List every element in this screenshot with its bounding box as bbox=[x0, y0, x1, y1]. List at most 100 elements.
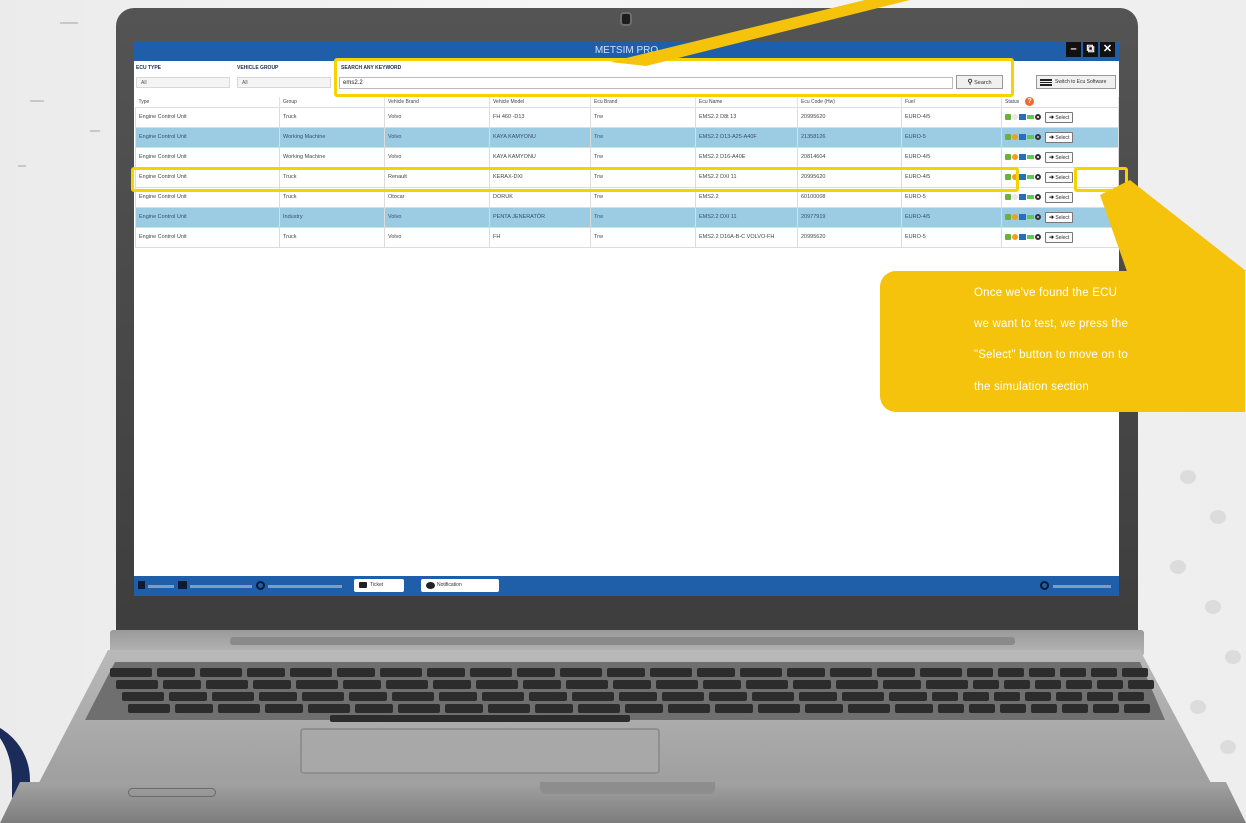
unlock-icon bbox=[1005, 154, 1011, 160]
battery-icon bbox=[1027, 175, 1034, 179]
minimize-icon[interactable]: – bbox=[1066, 42, 1081, 57]
keyboard-key bbox=[787, 668, 825, 677]
table-cell-ecu-name: EMS2.2 D16-A40E bbox=[695, 146, 798, 168]
select-button[interactable]: ➜ Select bbox=[1045, 171, 1074, 183]
keyboard-key bbox=[392, 692, 434, 701]
search-highlight-frame bbox=[334, 58, 1014, 97]
keyboard-key bbox=[427, 668, 465, 677]
background-dash bbox=[90, 130, 100, 132]
table-cell-ecu-brand: Trw bbox=[590, 106, 696, 128]
unlock-icon bbox=[1005, 194, 1011, 200]
keyboard-key bbox=[398, 704, 440, 713]
network-icon bbox=[1019, 114, 1026, 120]
status-cell: ➜ Select bbox=[1001, 126, 1119, 148]
ecu-type-select[interactable]: All bbox=[136, 77, 230, 88]
keyboard-key bbox=[355, 704, 393, 713]
keyboard-key bbox=[529, 692, 567, 701]
column-header[interactable]: Fuel bbox=[901, 97, 1002, 107]
keyboard-key bbox=[1124, 704, 1150, 713]
keyboard-key bbox=[1091, 668, 1117, 677]
keyboard-key bbox=[740, 668, 782, 677]
select-button-label: Select bbox=[1055, 194, 1070, 201]
enter-icon: ➜ bbox=[1049, 194, 1055, 201]
table-row[interactable]: Engine Control Unit Working Machine Volvo K… bbox=[135, 146, 1119, 168]
keyboard-key bbox=[895, 704, 933, 713]
column-header[interactable]: Group bbox=[279, 97, 385, 107]
keyboard-key bbox=[157, 668, 195, 677]
keyboard-key bbox=[1118, 692, 1144, 701]
table-cell-ecu-brand: Trw bbox=[590, 126, 696, 148]
select-button[interactable]: ➜ Select bbox=[1045, 211, 1074, 223]
background-dot bbox=[1190, 700, 1206, 714]
select-button[interactable]: ➜ Select bbox=[1045, 151, 1074, 163]
table-cell-group: Truck bbox=[279, 106, 385, 128]
table-cell-ecu-brand: Trw bbox=[590, 146, 696, 168]
select-button[interactable]: ➜ Select bbox=[1045, 231, 1074, 243]
table-row[interactable]: Engine Control Unit Truck Volvo FH Trw EMS2.2… bbox=[135, 226, 1119, 248]
background-dash bbox=[30, 100, 44, 102]
status-flag-icon bbox=[1012, 134, 1018, 140]
switch-button-label: Switch to Ecu Software bbox=[1055, 79, 1107, 85]
settings-icon[interactable] bbox=[1040, 581, 1049, 590]
table-header: Type Group Vehicle Brand Vehicle Model E… bbox=[135, 97, 1119, 107]
keyboard-key bbox=[848, 704, 890, 713]
background-dot bbox=[1180, 470, 1196, 484]
keyboard-key bbox=[433, 680, 471, 689]
help-icon[interactable]: ? bbox=[1025, 97, 1035, 107]
keyboard-key bbox=[110, 668, 152, 677]
column-header[interactable]: Status bbox=[1005, 99, 1019, 105]
row-highlight-frame bbox=[131, 167, 1019, 192]
column-header[interactable]: Ecu Code (Hw) bbox=[797, 97, 902, 107]
status-flag-icon bbox=[1012, 194, 1018, 200]
table-cell-code: 21358126 bbox=[797, 126, 902, 148]
select-button[interactable]: ➜ Select bbox=[1045, 191, 1074, 203]
table-row[interactable]: Engine Control Unit Industry Volvo PENTA JE… bbox=[135, 206, 1119, 228]
column-header[interactable]: Vehicle Brand bbox=[384, 97, 490, 107]
keyboard-key bbox=[619, 692, 657, 701]
vehicle-group-select[interactable]: All bbox=[237, 77, 331, 88]
switch-to-ecu-software-button[interactable]: Switch to Ecu Software bbox=[1036, 75, 1116, 89]
keyboard-key bbox=[206, 680, 248, 689]
keyboard-key bbox=[938, 704, 964, 713]
keyboard-key bbox=[746, 680, 788, 689]
select-button[interactable]: ➜ Select bbox=[1045, 131, 1074, 143]
ticket-label: Ticket bbox=[370, 582, 384, 588]
network-icon bbox=[1019, 234, 1026, 240]
keyboard-key bbox=[122, 692, 164, 701]
table-cell-fuel: EURO-4/5 bbox=[901, 206, 1002, 228]
laptop-front-slot bbox=[540, 782, 715, 794]
close-icon[interactable]: ✕ bbox=[1100, 42, 1115, 57]
keyboard-key bbox=[969, 704, 995, 713]
keyboard-key bbox=[715, 704, 753, 713]
select-button-label: Select bbox=[1055, 234, 1070, 241]
keyboard-key bbox=[560, 668, 602, 677]
enter-icon: ➜ bbox=[1049, 154, 1055, 161]
column-header[interactable]: Type bbox=[135, 97, 280, 107]
keyboard-key bbox=[1097, 680, 1123, 689]
table-cell-fuel: EURO-4/5 bbox=[901, 106, 1002, 128]
gear-icon bbox=[1035, 134, 1041, 140]
table-cell-type: Engine Control Unit bbox=[135, 126, 280, 148]
restore-icon[interactable]: ⧉ bbox=[1083, 42, 1098, 57]
column-header[interactable]: Vehicle Model bbox=[489, 97, 591, 107]
callout-line: we want to test, we press the bbox=[974, 318, 1129, 330]
battery-icon bbox=[1027, 135, 1034, 139]
column-header[interactable]: Ecu Name bbox=[695, 97, 798, 107]
keyboard-key bbox=[296, 680, 338, 689]
table-row[interactable]: Engine Control Unit Working Machine Volvo K… bbox=[135, 126, 1119, 148]
background-dot bbox=[1225, 650, 1241, 664]
table-cell-code: 20995620 bbox=[797, 226, 902, 248]
table-cell-ecu-name: EMS2.2 D16A-B-C VOLVO-FH bbox=[695, 226, 798, 248]
email-field bbox=[190, 585, 252, 588]
status-flag-icon bbox=[1012, 154, 1018, 160]
table-row[interactable]: Engine Control Unit Truck Volvo FH 460 -D13… bbox=[135, 106, 1119, 128]
keyboard-key bbox=[386, 680, 428, 689]
keyboard-key bbox=[932, 692, 958, 701]
column-header[interactable]: Ecu Brand bbox=[590, 97, 696, 107]
keyboard-key bbox=[523, 680, 561, 689]
status-flag-icon bbox=[1012, 214, 1018, 220]
background-dash bbox=[60, 22, 78, 24]
select-button[interactable]: ➜ Select bbox=[1045, 111, 1074, 123]
keyboard-key bbox=[308, 704, 350, 713]
vehicle-group-label: VEHICLE GROUP bbox=[237, 65, 279, 71]
